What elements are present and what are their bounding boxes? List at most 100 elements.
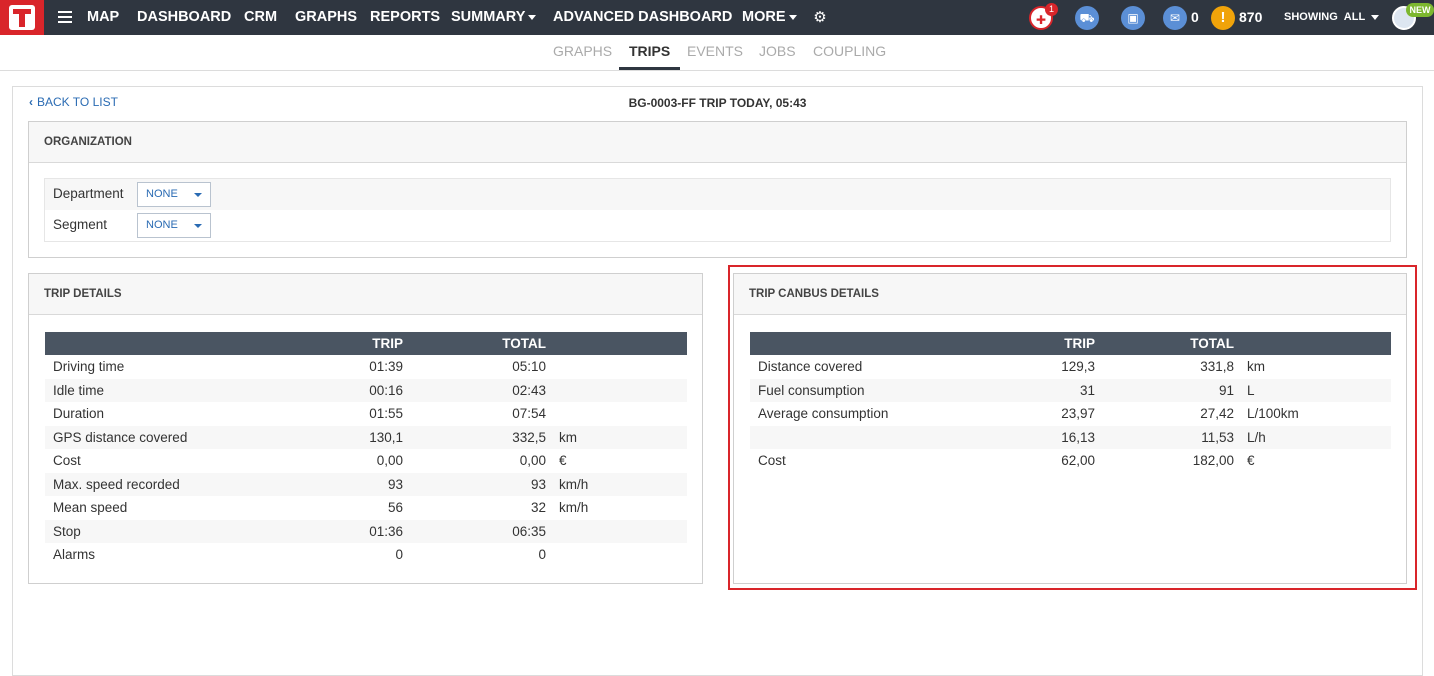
table-header-row: TRIP TOTAL [45, 332, 687, 355]
trip-value: 01:39 [369, 359, 403, 375]
highlight-frame [728, 265, 1417, 590]
trip-value: 01:36 [245, 519, 403, 543]
nav-more-label: MORE [742, 9, 786, 25]
column-header-trip: TRIP [245, 332, 403, 355]
department-label: Department [53, 186, 124, 201]
trip-details-heading: TRIP DETAILS [29, 274, 702, 315]
total-value: 07:54 [512, 406, 546, 422]
app-logo[interactable] [0, 0, 44, 35]
organization-panel: ORGANIZATION Department NONE Segment NON… [28, 121, 1407, 258]
chevron-down-icon [194, 193, 202, 197]
tab-jobs[interactable]: JOBS [759, 35, 796, 70]
row-label: GPS distance covered [45, 425, 245, 449]
nav-summary-label: SUMMARY [451, 9, 526, 25]
row-label: Duration [53, 406, 105, 422]
messages-count: 0 [1191, 9, 1199, 25]
trip-value: 0 [395, 547, 403, 563]
trip-value: 93 [245, 472, 403, 496]
segment-select[interactable]: NONE [137, 213, 211, 238]
trip-value: 130,1 [245, 425, 403, 449]
nav-dashboard[interactable]: DASHBOARD [137, 0, 231, 35]
column-header-total: TOTAL [403, 332, 546, 355]
unit-value: km/h [559, 500, 589, 516]
row-label: Alarms [53, 547, 96, 563]
unit-value [546, 378, 687, 402]
chevron-down-icon [528, 14, 537, 20]
back-to-list-label: BACK TO LIST [37, 95, 118, 109]
table-row: Mean speed 56 32 km/h [45, 496, 687, 520]
chevron-left-icon: ‹ [29, 95, 33, 109]
logo-icon [9, 5, 35, 30]
showing-value: ALL [1343, 11, 1366, 23]
segment-value: NONE [146, 219, 178, 231]
total-value: 32 [530, 500, 546, 516]
nav-crm[interactable]: CRM [244, 0, 277, 35]
table-row: GPS distance covered 130,1 332,5 km [45, 425, 687, 449]
unit-value: km/h [546, 472, 687, 496]
trip-details-table: TRIP TOTAL Driving time 01:39 05:10 Idle ti… [45, 332, 687, 567]
trip-value: 01:55 [369, 406, 403, 422]
total-value: 93 [403, 472, 546, 496]
nav-more[interactable]: MORE [742, 0, 797, 35]
table-row: Stop 01:36 06:35 [45, 519, 687, 543]
total-value: 06:35 [403, 519, 546, 543]
nav-graphs[interactable]: GRAPHS [295, 0, 357, 35]
notification-count-badge: 1 [1045, 3, 1058, 16]
row-label: Cost [53, 453, 81, 469]
table-row: Duration 01:55 07:54 [45, 402, 687, 426]
top-navbar: MAP DASHBOARD CRM GRAPHS REPORTS SUMMARY… [0, 0, 1434, 35]
row-label: Max. speed recorded [45, 472, 245, 496]
new-badge: NEW [1406, 3, 1434, 17]
unit-value: km [546, 425, 687, 449]
unit-value: € [559, 453, 567, 469]
row-label: Stop [45, 519, 245, 543]
nav-summary[interactable]: SUMMARY [451, 0, 537, 35]
total-value: 332,5 [403, 425, 546, 449]
nav-advanced-dashboard[interactable]: ADVANCED DASHBOARD [553, 0, 732, 35]
hamburger-menu-icon[interactable] [58, 11, 72, 23]
unit-value [546, 355, 687, 379]
row-label: Idle time [45, 378, 245, 402]
tab-coupling[interactable]: COUPLING [813, 35, 886, 70]
trip-value: 0,00 [376, 453, 403, 469]
department-select[interactable]: NONE [137, 182, 211, 207]
gear-icon[interactable]: ⚙ [812, 10, 828, 26]
chevron-down-icon [1371, 14, 1380, 20]
back-to-list-link[interactable]: ‹ BACK TO LIST [29, 95, 118, 109]
row-label: Driving time [53, 359, 125, 375]
table-row: Driving time 01:39 05:10 [45, 355, 687, 379]
trip-details-panel: TRIP DETAILS TRIP TOTAL Driving time 01:3… [28, 273, 703, 584]
total-value: 0,00 [519, 453, 546, 469]
segment-label: Segment [53, 217, 108, 232]
sub-navigation: GRAPHS TRIPS EVENTS JOBS COUPLING [0, 35, 1434, 71]
unit-value [546, 402, 687, 426]
department-row: Department NONE [45, 179, 1390, 210]
showing-filter[interactable]: SHOWING ALL [1284, 0, 1380, 35]
nav-reports[interactable]: REPORTS [370, 0, 440, 35]
showing-label: SHOWING [1284, 11, 1338, 23]
warning-icon[interactable]: ! [1211, 6, 1235, 30]
table-row: Alarms 0 0 [45, 543, 687, 567]
total-value: 0 [538, 547, 546, 563]
table-row: Cost 0,00 0,00 € [45, 449, 687, 473]
nav-map[interactable]: MAP [87, 0, 119, 35]
organization-fields: Department NONE Segment NONE [44, 178, 1391, 242]
unit-value [546, 519, 687, 543]
trip-value: 00:16 [245, 378, 403, 402]
alerts-count: 870 [1239, 9, 1263, 25]
department-value: NONE [146, 188, 178, 200]
tv-icon[interactable]: ▣ [1121, 6, 1145, 30]
table-row: Idle time 00:16 02:43 [45, 378, 687, 402]
tab-events[interactable]: EVENTS [687, 35, 743, 70]
tab-graphs[interactable]: GRAPHS [553, 35, 612, 70]
truck-icon[interactable]: ⛟ [1075, 6, 1099, 30]
total-value: 05:10 [512, 359, 546, 375]
tab-trips[interactable]: TRIPS [619, 35, 681, 70]
mail-icon[interactable]: ✉ [1163, 6, 1187, 30]
chevron-down-icon [788, 14, 797, 20]
total-value: 02:43 [403, 378, 546, 402]
table-header-unit [546, 332, 687, 355]
table-row: Max. speed recorded 93 93 km/h [45, 472, 687, 496]
unit-value [546, 543, 687, 567]
row-label: Mean speed [53, 500, 128, 516]
